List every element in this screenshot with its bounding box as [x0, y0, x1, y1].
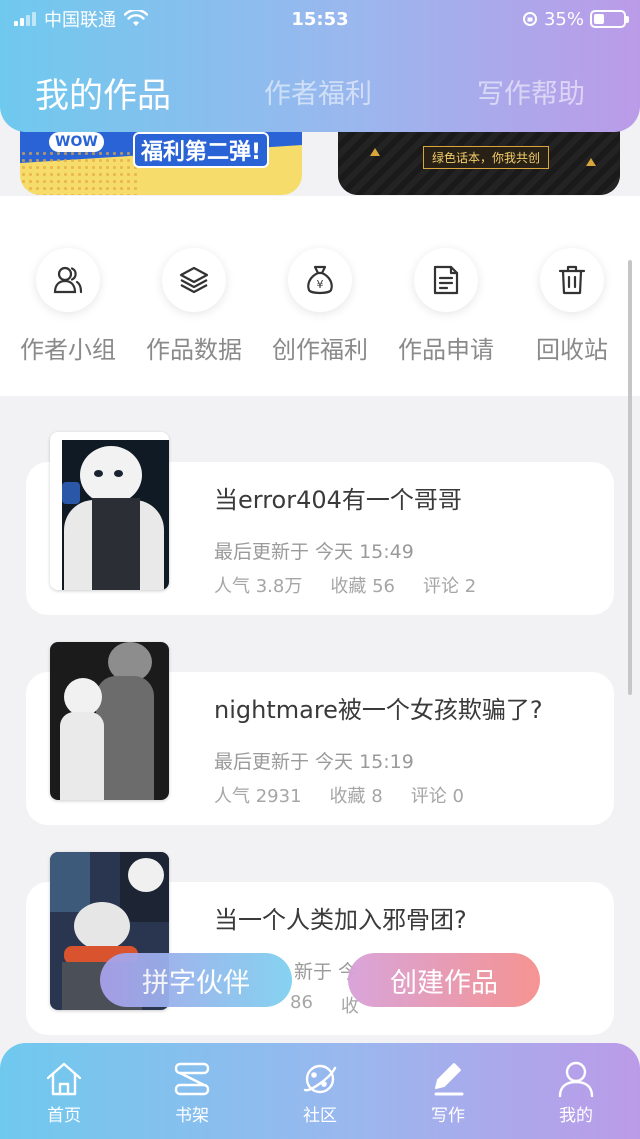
- work-updated: 最后更新于 今天 15:49: [214, 541, 414, 563]
- work-popularity: 人气 2931: [214, 786, 302, 807]
- nav-home[interactable]: 首页: [0, 1043, 128, 1139]
- home-icon: [46, 1062, 82, 1096]
- battery-icon: [590, 10, 629, 28]
- battery-percent: 35%: [543, 8, 584, 30]
- tab-author-benefits[interactable]: 作者福利: [264, 72, 372, 111]
- quick-author-group-label: 作者小组: [20, 336, 116, 364]
- trash-icon: [558, 265, 586, 295]
- quick-work-data[interactable]: 作品数据: [129, 248, 259, 365]
- partner-button[interactable]: 拼字伙伴: [100, 953, 292, 1007]
- nav-bookshelf[interactable]: 书架: [128, 1043, 256, 1139]
- work-comments: 评论 0: [410, 786, 464, 807]
- quick-actions: 作者小组 作品数据 ¥ 创作福利 作品申请 回收站: [0, 196, 640, 396]
- quick-work-application[interactable]: 作品申请: [381, 248, 511, 365]
- top-header: 中国联通 15:53 35% 我的作品 作者福利 写作帮助: [0, 0, 640, 132]
- quick-work-data-label: 作品数据: [146, 336, 242, 364]
- work-updated: 最后更新于 今天 15:19: [214, 751, 414, 773]
- tab-writing-help[interactable]: 写作帮助: [477, 72, 585, 111]
- work-title: nightmare被一个女孩欺骗了?: [214, 696, 543, 724]
- status-bar: 中国联通 15:53 35%: [0, 0, 640, 38]
- tab-my-works[interactable]: 我的作品: [35, 68, 171, 117]
- document-icon: [433, 265, 459, 295]
- bookshelf-icon: [174, 1062, 210, 1096]
- planet-icon: [303, 1064, 337, 1094]
- nav-bookshelf-label: 书架: [175, 1106, 209, 1126]
- quick-author-group[interactable]: 作者小组: [3, 248, 133, 365]
- layers-icon: [179, 266, 209, 294]
- nav-write-label: 写作: [431, 1106, 465, 1126]
- banner-left-text: 福利第二弹!: [133, 132, 270, 168]
- nav-community-label: 社区: [303, 1106, 337, 1126]
- nav-profile[interactable]: 我的: [512, 1043, 640, 1139]
- triangle-decoration-icon: [370, 148, 380, 156]
- wifi-icon: [124, 10, 148, 26]
- quick-creation-benefits[interactable]: ¥ 创作福利: [255, 248, 385, 365]
- wow-badge: WOW: [49, 132, 104, 152]
- users-icon: [53, 266, 83, 294]
- quick-creation-benefits-label: 创作福利: [272, 336, 368, 364]
- work-popularity: 86: [290, 992, 313, 1013]
- bottom-nav: 首页 书架 社区 写作 我的: [0, 1043, 640, 1139]
- work-popularity: 人气 3.8万: [214, 576, 303, 597]
- quick-work-application-label: 作品申请: [398, 336, 494, 364]
- nav-community[interactable]: 社区: [256, 1043, 384, 1139]
- svg-text:¥: ¥: [317, 278, 324, 291]
- quick-recycle-bin-label: 回收站: [536, 336, 608, 364]
- work-favorites: 收藏 56: [330, 576, 395, 597]
- nav-write[interactable]: 写作: [384, 1043, 512, 1139]
- triangle-decoration-icon: [586, 158, 596, 166]
- pen-icon: [434, 1063, 464, 1096]
- signal-icon: [14, 12, 36, 26]
- work-title: 当error404有一个哥哥: [214, 486, 462, 514]
- work-favorites: 收藏 8: [329, 786, 383, 807]
- work-title: 当一个人类加入邪骨团?: [214, 906, 467, 934]
- carrier-label: 中国联通: [44, 10, 116, 31]
- nav-home-label: 首页: [47, 1106, 81, 1126]
- work-comments: 评论 2: [423, 576, 477, 597]
- work-cover-image[interactable]: [50, 432, 169, 590]
- rotation-lock-icon: [522, 12, 537, 26]
- header-tabs: 我的作品 作者福利 写作帮助: [0, 38, 640, 132]
- banner-right-text: 绿色话本，你我共创: [423, 146, 550, 169]
- work-cover-image[interactable]: [50, 642, 169, 800]
- scrollbar[interactable]: [628, 260, 632, 695]
- money-bag-icon: ¥: [307, 265, 333, 295]
- create-work-button[interactable]: 创建作品: [348, 953, 540, 1007]
- nav-profile-label: 我的: [559, 1106, 593, 1126]
- quick-recycle-bin[interactable]: 回收站: [507, 248, 637, 365]
- profile-icon: [558, 1061, 594, 1098]
